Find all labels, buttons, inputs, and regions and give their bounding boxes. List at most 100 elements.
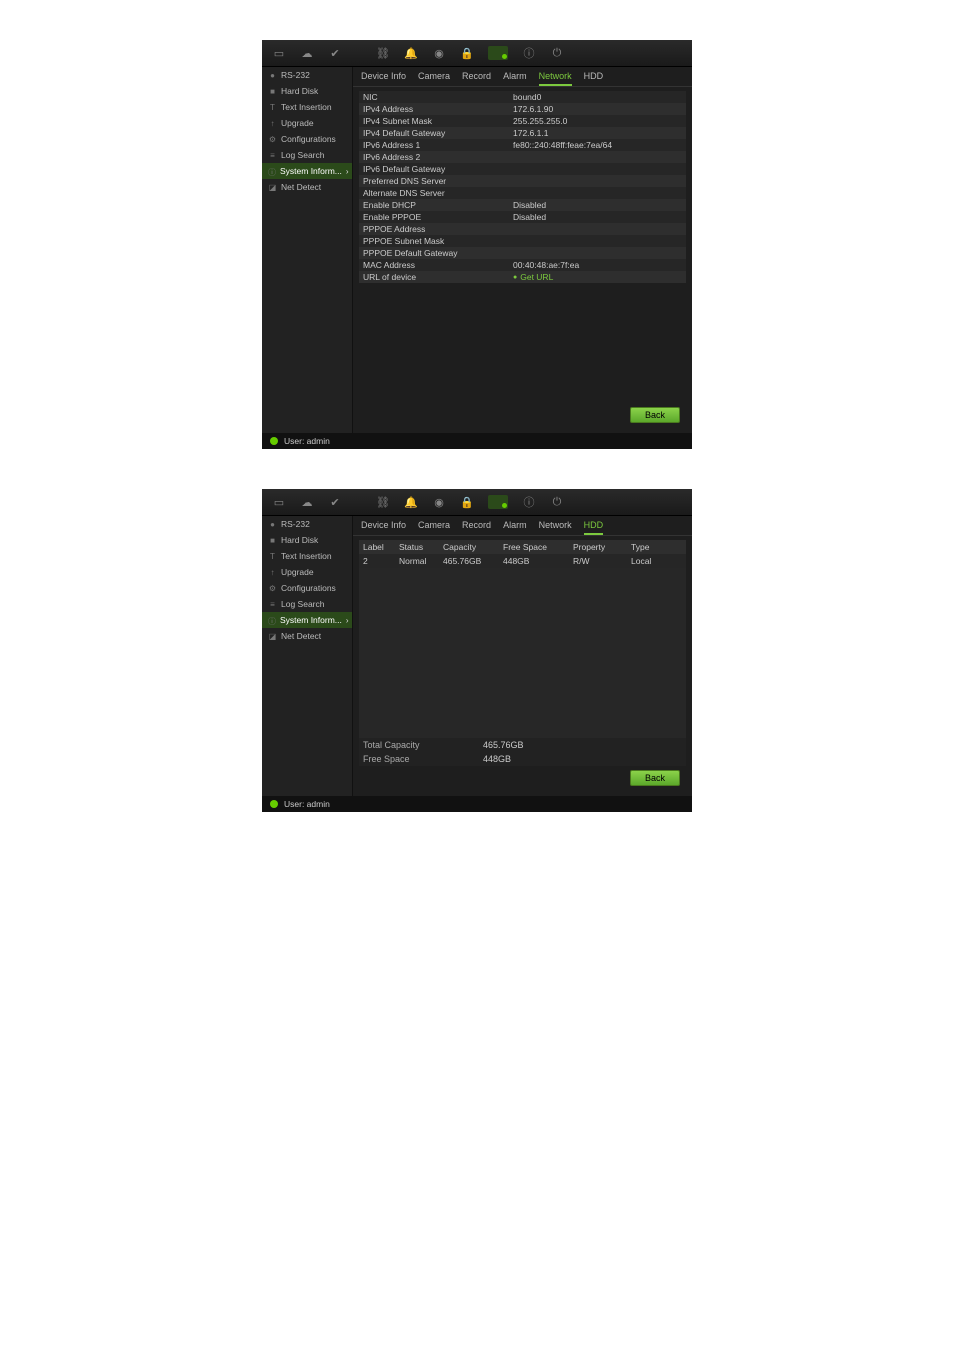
info-value: [513, 152, 682, 162]
back-button[interactable]: Back: [630, 770, 680, 786]
sidebar-item-rs232[interactable]: ●RS-232: [262, 516, 352, 532]
tab-hdd[interactable]: HDD: [584, 520, 604, 535]
sidebar-item-label: Hard Disk: [281, 86, 318, 96]
cell: R/W: [573, 556, 631, 566]
bell-icon[interactable]: 🔔: [404, 46, 418, 60]
col-freespace: Free Space: [503, 542, 573, 552]
cloud-icon[interactable]: ☁: [300, 495, 314, 509]
check-circle-icon[interactable]: ✔: [328, 495, 342, 509]
info-label: Preferred DNS Server: [363, 176, 513, 186]
info-icon[interactable]: ⓘ: [522, 46, 536, 60]
summary-row: Total Capacity465.76GB: [359, 738, 686, 752]
bell-icon[interactable]: 🔔: [404, 495, 418, 509]
info-icon: ⓘ: [268, 616, 276, 625]
info-row: Alternate DNS Server: [359, 187, 686, 199]
top-icon-bar: ▭ ☁ ✔ ⛓ 🔔 ◉ 🔒 ⓘ ⏻: [262, 489, 692, 516]
lock-icon[interactable]: 🔒: [460, 46, 474, 60]
table-row[interactable]: 2Normal465.76GB448GBR/WLocal: [359, 554, 686, 568]
info-row: PPPOE Subnet Mask: [359, 235, 686, 247]
info-label: Alternate DNS Server: [363, 188, 513, 198]
tab-camera[interactable]: Camera: [418, 71, 450, 86]
tab-hdd[interactable]: HDD: [584, 71, 604, 86]
info-label: IPv4 Default Gateway: [363, 128, 513, 138]
info-label: PPPOE Address: [363, 224, 513, 234]
tab-record[interactable]: Record: [462, 71, 491, 86]
nvr-system-info-hdd: ▭ ☁ ✔ ⛓ 🔔 ◉ 🔒 ⓘ ⏻ ●RS-232 ■Hard Disk TTe…: [262, 489, 692, 812]
display-icon[interactable]: [488, 46, 508, 60]
lock-icon[interactable]: 🔒: [460, 495, 474, 509]
network-icon[interactable]: ⛓: [376, 46, 390, 60]
power-icon[interactable]: ⏻: [550, 46, 564, 60]
sidebar-item-label: Upgrade: [281, 567, 314, 577]
sidebar-item-rs232[interactable]: ●RS-232: [262, 67, 352, 83]
sidebar-item-harddisk[interactable]: ■Hard Disk: [262, 83, 352, 99]
get-url-link[interactable]: Get URL: [513, 272, 682, 282]
sidebar-item-textinsertion[interactable]: T Text Insertion: [262, 99, 352, 115]
check-circle-icon[interactable]: ✔: [328, 46, 342, 60]
tab-record[interactable]: Record: [462, 520, 491, 535]
col-status: Status: [399, 542, 443, 552]
info-row: PPPOE Address: [359, 223, 686, 235]
hdd-table: Label Status Capacity Free Space Propert…: [359, 540, 686, 738]
gear-icon: ⚙: [268, 584, 277, 593]
network-icon[interactable]: ⛓: [376, 495, 390, 509]
sidebar-item-upgrade[interactable]: ↑Upgrade: [262, 115, 352, 131]
network-info-content: NICbound0IPv4 Address172.6.1.90IPv4 Subn…: [353, 87, 692, 433]
display-icon[interactable]: [488, 495, 508, 509]
sidebar-item-upgrade[interactable]: ↑ Upgrade: [262, 564, 352, 580]
sidebar-item-logsearch[interactable]: ≡Log Search: [262, 147, 352, 163]
sidebar-item-systeminfo[interactable]: ⓘSystem Inform...›: [262, 612, 352, 628]
sidebar-item-label: System Inform...: [280, 166, 342, 176]
status-user: User: admin: [284, 799, 330, 809]
sidebar-item-label: Text Insertion: [281, 102, 332, 112]
monitor-icon[interactable]: ▭: [272, 46, 286, 60]
cell: 448GB: [503, 556, 573, 566]
tab-alarm[interactable]: Alarm: [503, 520, 527, 535]
tab-network[interactable]: Network: [539, 71, 572, 86]
tab-deviceinfo[interactable]: Device Info: [361, 71, 406, 86]
sidebar-item-textinsertion[interactable]: TText Insertion: [262, 548, 352, 564]
info-label: PPPOE Subnet Mask: [363, 236, 513, 246]
info-icon[interactable]: ⓘ: [522, 495, 536, 509]
info-label: NIC: [363, 92, 513, 102]
sidebar-item-harddisk[interactable]: ■Hard Disk: [262, 532, 352, 548]
sidebar-item-configurations[interactable]: ⚙Configurations: [262, 580, 352, 596]
summary-value: 465.76GB: [483, 740, 524, 750]
summary-row: Free Space448GB: [359, 752, 686, 766]
info-label: URL of device: [363, 272, 513, 282]
power-icon[interactable]: ⏻: [550, 495, 564, 509]
back-button[interactable]: Back: [630, 407, 680, 423]
info-row: IPv6 Default Gateway: [359, 163, 686, 175]
info-row: IPv4 Subnet Mask255.255.255.0: [359, 115, 686, 127]
summary-value: 448GB: [483, 754, 511, 764]
sidebar-item-configurations[interactable]: ⚙Configurations: [262, 131, 352, 147]
sidebar-item-netdetect[interactable]: ◪Net Detect: [262, 179, 352, 195]
status-bar: User: admin: [262, 433, 692, 449]
tab-alarm[interactable]: Alarm: [503, 71, 527, 86]
tab-deviceinfo[interactable]: Device Info: [361, 520, 406, 535]
tab-camera[interactable]: Camera: [418, 520, 450, 535]
sidebar-item-systeminfo[interactable]: ⓘSystem Inform...›: [262, 163, 352, 179]
info-value: 172.6.1.90: [513, 104, 682, 114]
info-label: PPPOE Default Gateway: [363, 248, 513, 258]
net-icon: ◪: [268, 632, 277, 641]
tab-network[interactable]: Network: [539, 520, 572, 535]
cloud-icon[interactable]: ☁: [300, 46, 314, 60]
status-bar: User: admin: [262, 796, 692, 812]
info-value: Disabled: [513, 212, 682, 222]
status-user: User: admin: [284, 436, 330, 446]
info-label: IPv4 Address: [363, 104, 513, 114]
monitor-icon[interactable]: ▭: [272, 495, 286, 509]
info-row: NICbound0: [359, 91, 686, 103]
text-icon: T: [268, 103, 277, 112]
sidebar-item-netdetect[interactable]: ◪Net Detect: [262, 628, 352, 644]
upgrade-icon: ↑: [268, 568, 277, 577]
record-icon[interactable]: ◉: [432, 495, 446, 509]
summary-label: Free Space: [363, 754, 483, 764]
col-label: Label: [363, 542, 399, 552]
info-row: Enable DHCPDisabled: [359, 199, 686, 211]
dot-icon: ●: [268, 71, 277, 80]
record-icon[interactable]: ◉: [432, 46, 446, 60]
info-row: IPv6 Address 2: [359, 151, 686, 163]
sidebar-item-logsearch[interactable]: ≡Log Search: [262, 596, 352, 612]
